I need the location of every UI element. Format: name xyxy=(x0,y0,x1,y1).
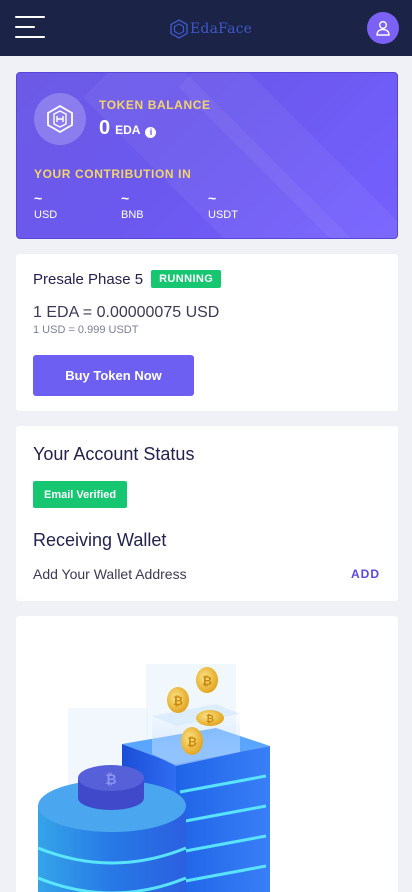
contribution-value: ~ xyxy=(121,190,130,206)
top-bar: EdaFace xyxy=(0,0,412,56)
status-badge: RUNNING xyxy=(151,270,222,288)
presale-card: Presale Phase 5 RUNNING 1 EDA = 0.000000… xyxy=(16,254,398,411)
brand-name: EdaFace xyxy=(190,21,253,37)
user-icon xyxy=(376,21,390,36)
token-rate: 1 EDA = 0.00000075 USD xyxy=(33,304,220,321)
eda-token-logo xyxy=(34,93,86,145)
svg-text:₿: ₿ xyxy=(105,772,116,788)
contribution-usd: ~ USD xyxy=(34,191,57,221)
wallet-address-prompt: Add Your Wallet Address xyxy=(33,566,187,582)
usd-usdt-rate: 1 USD = 0.999 USDT xyxy=(33,324,139,336)
contribution-currency: USD xyxy=(34,209,58,221)
svg-text:₿: ₿ xyxy=(187,735,197,749)
contribution-value: ~ xyxy=(34,190,43,206)
contribution-currency: USDT xyxy=(208,209,238,221)
hamburger-menu-icon[interactable] xyxy=(15,16,45,38)
brand-logo[interactable]: EdaFace xyxy=(170,17,252,41)
contribution-bnb: ~ BNB xyxy=(121,191,144,221)
crypto-mining-illustration: ₿ ₿ ₿ ₿ ₿ xyxy=(37,664,270,892)
contribution-value: ~ xyxy=(208,190,217,206)
email-verified-badge: Email Verified xyxy=(33,481,128,508)
svg-text:₿: ₿ xyxy=(173,694,183,708)
illustration-card: ₿ ₿ ₿ ₿ ₿ xyxy=(16,616,398,892)
eda-logo-icon xyxy=(47,104,73,134)
account-status-title: Your Account Status xyxy=(33,444,195,464)
buy-token-button[interactable]: Buy Token Now xyxy=(33,355,194,396)
presale-title: Presale Phase 5 xyxy=(33,270,144,288)
token-amount-value: 0 xyxy=(99,117,111,139)
contribution-currency: BNB xyxy=(121,209,144,221)
profile-button[interactable] xyxy=(367,12,399,44)
hexagon-logo-icon xyxy=(170,19,188,39)
token-balance-card: TOKEN BALANCE 0 EDA i YOUR CONTRIBUTION … xyxy=(16,72,398,239)
token-unit: EDA xyxy=(115,123,141,137)
add-wallet-link[interactable]: ADD xyxy=(351,567,380,581)
contribution-label: YOUR CONTRIBUTION IN xyxy=(34,167,192,181)
presale-heading: Presale Phase 5 RUNNING xyxy=(33,270,222,288)
svg-text:₿: ₿ xyxy=(202,674,212,688)
receiving-wallet-title: Receiving Wallet xyxy=(33,530,167,550)
token-balance-amount: 0 EDA i xyxy=(99,117,157,140)
info-icon[interactable]: i xyxy=(145,126,157,138)
svg-text:₿: ₿ xyxy=(206,713,214,725)
account-status-card: Your Account Status Email Verified Recei… xyxy=(16,426,398,601)
token-balance-label: TOKEN BALANCE xyxy=(99,98,211,112)
contribution-usdt: ~ USDT xyxy=(208,191,238,221)
